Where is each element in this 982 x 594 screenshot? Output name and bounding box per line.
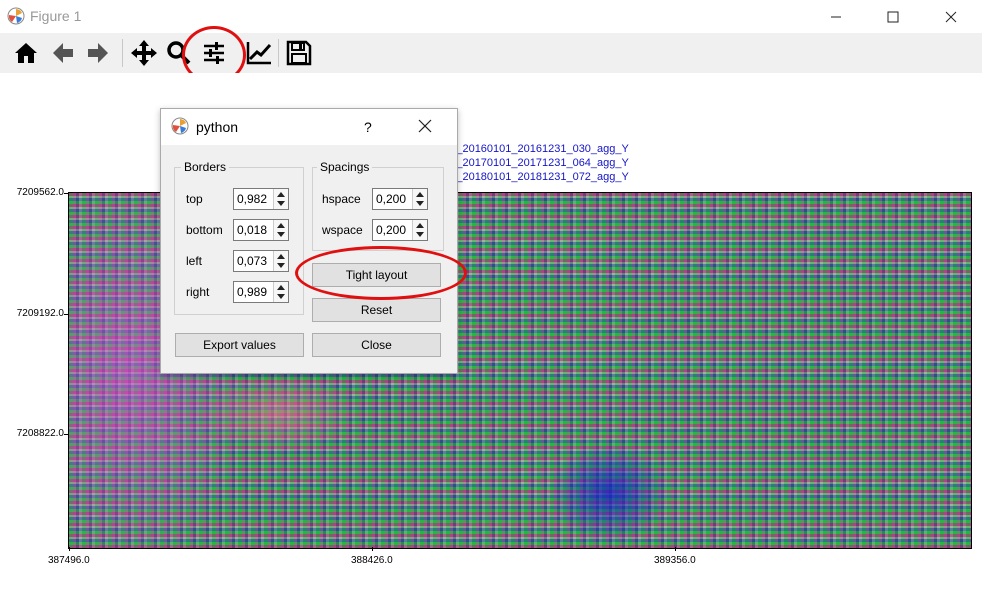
- window-title: Figure 1: [30, 8, 82, 24]
- save-button[interactable]: [283, 37, 315, 69]
- spin-down-icon[interactable]: [416, 232, 424, 237]
- wspace-label: wspace: [322, 223, 363, 237]
- spin-up-icon[interactable]: [416, 223, 424, 228]
- spin-down-icon[interactable]: [277, 232, 285, 237]
- pan-icon: [131, 40, 157, 66]
- wspace-spinbox[interactable]: 0,200: [372, 219, 428, 241]
- spacings-group-title: Spacings: [317, 160, 373, 174]
- y-tick-label: 7209192.0: [16, 308, 64, 319]
- legend-entry: V_20160101_20161231_030_agg_Y: [449, 143, 629, 155]
- spin-arrows[interactable]: [412, 189, 427, 209]
- dialog-titlebar: python ?: [161, 109, 457, 145]
- close-icon[interactable]: [417, 118, 433, 134]
- spin-arrows[interactable]: [273, 282, 288, 302]
- navigation-toolbar: [0, 33, 982, 73]
- y-tick-label: 7208822.0: [16, 428, 64, 439]
- subplot-config-dialog: python ? Borders top 0,982 bottom 0,018 …: [160, 108, 458, 374]
- python-app-icon: [171, 117, 189, 135]
- legend-entry: V_20180101_20181231_072_agg_Y: [449, 171, 629, 183]
- spin-up-icon[interactable]: [277, 192, 285, 197]
- reset-button[interactable]: Reset: [312, 298, 441, 322]
- minimize-button[interactable]: [813, 0, 859, 33]
- spin-up-icon[interactable]: [277, 285, 285, 290]
- close-button[interactable]: Close: [312, 333, 441, 357]
- spin-arrows[interactable]: [273, 189, 288, 209]
- spin-arrows[interactable]: [273, 251, 288, 271]
- x-tick-mark: [372, 547, 373, 551]
- toolbar-separator: [122, 39, 123, 67]
- close-window-button[interactable]: [928, 0, 974, 33]
- x-tick-label: 389356.0: [654, 555, 696, 566]
- y-tick-mark: [64, 434, 68, 435]
- legend-entry: V_20170101_20171231_064_agg_Y: [449, 157, 629, 169]
- spin-down-icon[interactable]: [277, 294, 285, 299]
- hspace-value[interactable]: 0,200: [376, 192, 406, 206]
- bottom-label: bottom: [186, 223, 223, 237]
- spin-down-icon[interactable]: [277, 201, 285, 206]
- bottom-spinbox[interactable]: 0,018: [233, 219, 289, 241]
- x-tick-label: 388426.0: [351, 555, 393, 566]
- spin-down-icon[interactable]: [277, 263, 285, 268]
- forward-button[interactable]: [82, 37, 114, 69]
- pan-button[interactable]: [128, 37, 160, 69]
- spin-arrows[interactable]: [273, 220, 288, 240]
- maximize-button[interactable]: [870, 0, 916, 33]
- y-tick-label: 7209562.0: [16, 187, 64, 198]
- right-spinbox[interactable]: 0,989: [233, 281, 289, 303]
- edit-axis-button[interactable]: [243, 37, 275, 69]
- matplotlib-app-icon: [7, 7, 25, 25]
- left-label: left: [186, 254, 203, 268]
- save-icon: [286, 40, 312, 66]
- top-label: top: [186, 192, 203, 206]
- red-annotation-ellipse: [295, 246, 467, 300]
- dialog-title: python: [196, 119, 239, 135]
- y-tick-mark: [64, 193, 68, 194]
- spin-up-icon[interactable]: [277, 223, 285, 228]
- close-icon: [945, 11, 957, 22]
- window-titlebar: Figure 1: [0, 0, 982, 33]
- back-button[interactable]: [47, 37, 79, 69]
- spin-arrows[interactable]: [412, 220, 427, 240]
- x-tick-mark: [69, 547, 70, 551]
- right-label: right: [186, 285, 210, 299]
- maximize-icon: [887, 11, 899, 22]
- x-tick-mark: [675, 547, 676, 551]
- right-value[interactable]: 0,989: [237, 285, 267, 299]
- x-tick-label: 387496.0: [48, 555, 90, 566]
- hspace-spinbox[interactable]: 0,200: [372, 188, 428, 210]
- export-values-button[interactable]: Export values: [175, 333, 304, 357]
- home-button[interactable]: [10, 37, 42, 69]
- spin-up-icon[interactable]: [416, 192, 424, 197]
- spin-up-icon[interactable]: [277, 254, 285, 259]
- wspace-value[interactable]: 0,200: [376, 223, 406, 237]
- toolbar-separator: [278, 39, 279, 67]
- bottom-value[interactable]: 0,018: [237, 223, 267, 237]
- edit-axis-icon: [246, 42, 272, 65]
- top-value[interactable]: 0,982: [237, 192, 267, 206]
- spin-down-icon[interactable]: [416, 201, 424, 206]
- hspace-label: hspace: [322, 192, 361, 206]
- back-arrow-icon: [53, 43, 73, 63]
- left-spinbox[interactable]: 0,073: [233, 250, 289, 272]
- top-spinbox[interactable]: 0,982: [233, 188, 289, 210]
- left-value[interactable]: 0,073: [237, 254, 267, 268]
- minimize-icon: [831, 16, 841, 17]
- borders-group-title: Borders: [181, 160, 230, 174]
- help-button[interactable]: ?: [364, 119, 372, 135]
- y-tick-mark: [64, 314, 68, 315]
- home-icon: [15, 43, 37, 63]
- forward-arrow-icon: [88, 43, 108, 63]
